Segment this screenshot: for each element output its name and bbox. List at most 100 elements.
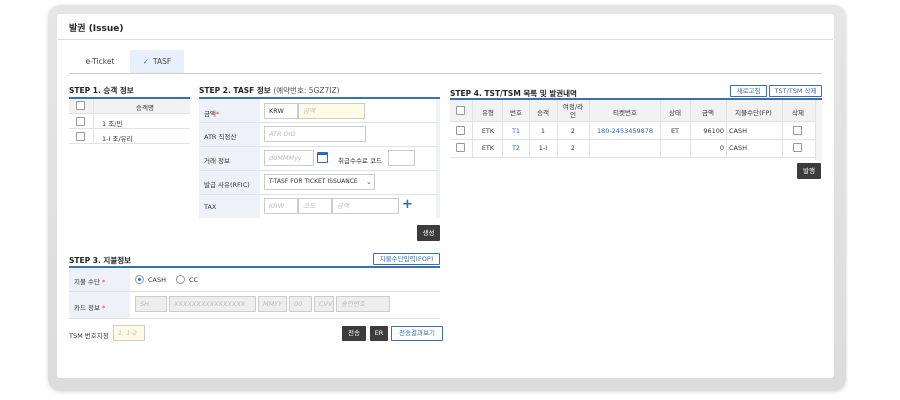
row-type: ETK [481, 144, 495, 152]
title-divider [58, 39, 833, 40]
card-info-label: 카드 정보 * [74, 304, 106, 312]
row-divider [199, 194, 440, 195]
column-divider [472, 100, 473, 157]
row-passenger: 1-I [538, 144, 548, 152]
tst-row-checkbox[interactable] [456, 143, 465, 152]
row-divider [69, 291, 440, 292]
tax-currency-input[interactable]: KRW [264, 198, 298, 214]
tax-label: TAX [204, 203, 217, 211]
reason-label: 발급 사유(RFIC) [204, 181, 250, 189]
passenger-name: 1-I 조/유리 [102, 135, 133, 143]
tab-eticket[interactable]: e-Ticket [72, 50, 128, 74]
row-type: ETK [481, 127, 495, 135]
select-all-checkbox[interactable] [76, 101, 85, 110]
row-divider [450, 121, 815, 122]
step1-title: STEP 1. 승객 정보 [69, 86, 134, 95]
payment-method-label-text: 지불 수단 [74, 278, 100, 286]
refresh-button[interactable]: 새로고침 [730, 85, 767, 97]
fee-code-input[interactable] [388, 150, 415, 166]
tab-divider [69, 73, 822, 74]
tst-row-checkbox[interactable] [456, 126, 465, 135]
row-number-link[interactable]: T1 [504, 127, 528, 135]
column-divider [726, 100, 727, 157]
row-number-link[interactable]: T2 [504, 144, 528, 152]
atr-oid-input[interactable]: ATR OID [264, 126, 366, 142]
column-header: 지불수단(FP) [735, 109, 772, 117]
column-header: 티켓번호 [613, 109, 637, 117]
issue-button[interactable]: 발행 [797, 163, 821, 179]
row-divider [69, 318, 440, 319]
add-tax-icon[interactable]: + [402, 197, 413, 212]
row-fop: CASH [729, 144, 747, 152]
row-divider [69, 143, 190, 144]
check-icon: ✓ [142, 57, 150, 66]
row-divider [69, 113, 190, 114]
tab-eticket-label: e-Ticket [85, 57, 115, 66]
calendar-icon[interactable] [317, 152, 328, 163]
column-header: 여정/라인 [562, 103, 584, 119]
row-passenger: 1 [540, 127, 546, 135]
tsm-number-input[interactable]: 1, 1-2 [113, 325, 145, 341]
column-header: 번호 [510, 109, 522, 117]
fee-code-label: 취급수수료 코드 [338, 157, 382, 165]
er-button[interactable]: ER [370, 326, 388, 341]
row-amount: 0 [719, 144, 724, 152]
card-type-input[interactable]: SH [135, 296, 167, 312]
row-divider [199, 122, 440, 123]
row-segment: 2 [570, 127, 576, 135]
step2-title-text: STEP 2. TASF 정보 [199, 86, 271, 95]
card-expiry-input[interactable]: MMYY [258, 296, 287, 312]
send-button[interactable]: 전송 [342, 326, 366, 341]
column-divider [529, 100, 530, 157]
trade-info-label: 거래 정보 [204, 157, 230, 165]
passenger-checkbox[interactable] [76, 132, 85, 141]
amount-input[interactable]: 금액 [298, 103, 365, 119]
create-button[interactable]: 생성 [417, 225, 440, 241]
fop-input-button[interactable]: 지불수단입력(FOP) [373, 253, 440, 265]
row-segment: 2 [570, 144, 576, 152]
currency-field[interactable]: KRW [264, 103, 298, 119]
row-divider [450, 157, 815, 158]
column-divider [660, 100, 661, 157]
installment-input[interactable]: 00 [289, 296, 312, 312]
row-delete-checkbox[interactable] [793, 126, 802, 135]
select-all-tst-checkbox[interactable] [456, 106, 465, 115]
passenger-checkbox[interactable] [76, 117, 85, 126]
step3-title: STEP 3. 지불정보 [69, 256, 132, 265]
tax-amount-input[interactable]: 금액 [332, 198, 399, 214]
booking-number: (예약번호: 5GZ7IZ) [273, 86, 340, 95]
card-number-input[interactable]: XXXXXXXXXXXXXXXX [169, 296, 256, 312]
delete-tst-button[interactable]: TST/TSM 삭제 [769, 85, 822, 97]
cc-label: CC [189, 276, 199, 284]
tax-code-input[interactable]: 코드 [298, 198, 332, 214]
cc-radio[interactable] [176, 275, 185, 284]
card-info-label-text: 카드 정보 [74, 304, 100, 312]
tab-tasf[interactable]: ✓ TASF [130, 50, 184, 74]
page-title: 발권 (Issue) [69, 24, 124, 34]
send-result-button[interactable]: 전송결과보기 [391, 326, 443, 341]
approval-number-input[interactable]: 승인번호 [336, 296, 390, 312]
amount-label-text: 금액 [204, 110, 216, 118]
trade-date-input[interactable]: ddMMMyy [264, 150, 314, 166]
row-divider [199, 170, 440, 171]
column-divider [782, 100, 783, 157]
column-header: 상태 [669, 109, 681, 117]
reason-select[interactable]: T-TASF FOR TICKET ISSUANCE [264, 174, 375, 190]
row-divider [450, 139, 815, 140]
ticket-number-link[interactable]: 180-2453459878 [592, 127, 658, 135]
row-delete-checkbox[interactable] [793, 143, 802, 152]
row-divider [69, 128, 190, 129]
tsm-number-label: TSM 번호지정 [69, 332, 109, 340]
cvv-input[interactable]: CVV [314, 296, 334, 312]
row-amount: 96100 [703, 127, 724, 135]
chevron-down-icon: ⌄ [366, 178, 372, 186]
column-header: 삭제 [792, 109, 804, 117]
column-divider [690, 100, 691, 157]
row-divider [199, 146, 440, 147]
table-scrollbar[interactable] [815, 100, 822, 160]
cash-radio[interactable] [135, 275, 144, 284]
column-header: 유형 [482, 109, 494, 117]
column-divider [502, 100, 503, 157]
step2-title: STEP 2. TASF 정보 (예약번호: 5GZ7IZ) [199, 85, 340, 96]
row-status: ET [670, 127, 680, 135]
